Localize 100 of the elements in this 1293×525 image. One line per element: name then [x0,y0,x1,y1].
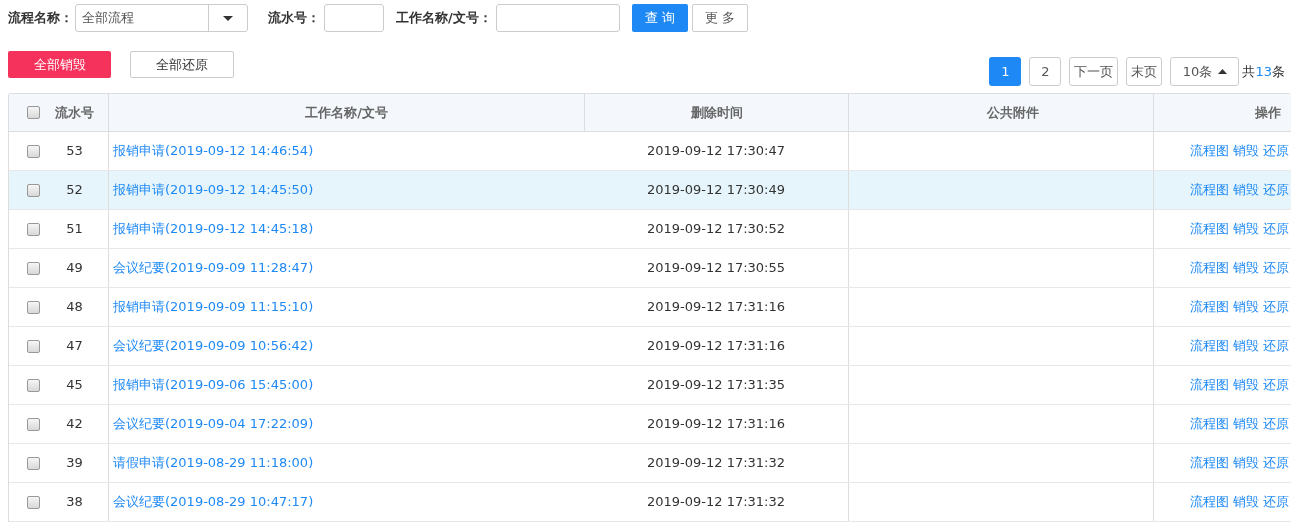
checkbox[interactable] [27,495,40,509]
action-link[interactable]: 还原 [1263,375,1289,395]
action-link[interactable]: 还原 [1263,258,1289,278]
next-page-button[interactable]: 下一页 [1069,57,1119,86]
checkbox[interactable] [27,339,40,353]
action-link[interactable]: 流程图 [1190,375,1229,395]
work-name-link[interactable]: 会议纪要(2019-09-09 10:56:42) [113,336,314,356]
work-name-link[interactable]: 会议纪要(2019-08-29 10:47:17) [113,492,314,512]
column-header: 删除时间 [690,103,743,122]
action-link[interactable]: 流程图 [1190,180,1229,200]
serial-number: 47 [66,337,83,356]
table-row[interactable]: 52 报销申请(2019-09-12 14:45:50) 2019-09-12 17:30:49 流程图 销毁 还原 [9,171,1291,210]
checkbox[interactable] [27,456,40,470]
checkbox[interactable] [27,417,40,431]
last-page-button[interactable]: 末页 [1126,57,1163,86]
work-name-link[interactable]: 会议纪要(2019-09-04 17:22:09) [113,414,314,434]
action-link[interactable]: 流程图 [1190,297,1229,317]
work-name-link[interactable]: 报销申请(2019-09-09 11:15:10) [113,297,314,317]
serial-number: 42 [66,415,83,434]
action-link[interactable]: 还原 [1263,453,1289,473]
action-link[interactable]: 流程图 [1190,453,1229,473]
destroy-all-button[interactable]: 全部销毁 [8,51,111,78]
field-label: 流水号： [268,9,320,28]
delete-time: 2019-09-12 17:31:16 [646,298,786,317]
table-row[interactable]: 45 报销申请(2019-09-06 15:45:00) 2019-09-12 17:31:35 流程图 销毁 还原 [9,366,1291,405]
process-select[interactable]: 全部流程 [75,4,248,32]
table-row[interactable]: 47 会议纪要(2019-09-09 10:56:42) 2019-09-12 17:31:16 流程图 销毁 还原 [9,327,1291,366]
action-link[interactable]: 销毁 [1233,375,1259,395]
action-link[interactable]: 销毁 [1233,180,1259,200]
serial-number: 49 [66,259,83,278]
delete-time: 2019-09-12 17:31:32 [646,493,786,512]
query-button[interactable]: 查 询 [631,4,688,32]
name-input[interactable] [495,4,620,32]
page-button[interactable]: 2 [1029,57,1062,86]
select-value: 全部流程 [81,9,135,27]
action-link[interactable]: 流程图 [1190,258,1229,278]
action-link[interactable]: 流程图 [1190,492,1229,512]
checkbox[interactable] [27,222,40,236]
caret-icon [223,15,233,21]
checkbox[interactable] [27,144,40,158]
action-link[interactable]: 流程图 [1190,141,1229,161]
action-link[interactable]: 流程图 [1190,336,1229,356]
table-row[interactable]: 42 会议纪要(2019-09-04 17:22:09) 2019-09-12 17:31:16 流程图 销毁 还原 [9,405,1291,444]
serial-number: 38 [66,493,83,512]
delete-time: 2019-09-12 17:30:49 [646,181,786,200]
column-header: 公共附件 [987,103,1039,122]
checkbox[interactable] [27,183,40,197]
page-button[interactable]: 1 [989,57,1022,86]
work-name-link[interactable]: 报销申请(2019-09-12 14:46:54) [113,141,314,161]
action-link[interactable]: 还原 [1263,180,1289,200]
action-link[interactable]: 销毁 [1233,141,1259,161]
action-link[interactable]: 销毁 [1233,258,1259,278]
action-link[interactable]: 销毁 [1233,219,1259,239]
work-name-link[interactable]: 报销申请(2019-09-06 15:45:00) [113,375,314,395]
checkbox[interactable] [27,300,40,314]
serial-number: 48 [66,298,83,317]
action-link[interactable]: 还原 [1263,414,1289,434]
action-link[interactable]: 销毁 [1233,297,1259,317]
action-link[interactable]: 还原 [1263,492,1289,512]
column-header: 工作名称/文号 [305,103,388,122]
action-link[interactable]: 销毁 [1233,336,1259,356]
restore-all-button[interactable]: 全部还原 [130,51,234,78]
action-link[interactable]: 销毁 [1233,453,1259,473]
action-link[interactable]: 还原 [1263,297,1289,317]
column-header: 操作 [1255,103,1281,122]
action-link[interactable]: 流程图 [1190,414,1229,434]
action-link[interactable]: 销毁 [1233,414,1259,434]
table-row[interactable]: 48 报销申请(2019-09-09 11:15:10) 2019-09-12 17:31:16 流程图 销毁 还原 [9,288,1291,327]
field-label: 工作名称/文号： [396,9,492,28]
table-row[interactable]: 53 报销申请(2019-09-12 14:46:54) 2019-09-12 17:30:47 流程图 销毁 还原 [9,132,1291,171]
work-name-link[interactable]: 会议纪要(2019-09-09 11:28:47) [113,258,314,278]
checkbox[interactable] [27,261,40,275]
action-link[interactable]: 流程图 [1190,219,1229,239]
page-size-select[interactable]: 10条 [1170,57,1240,86]
action-link[interactable]: 还原 [1263,336,1289,356]
action-link[interactable]: 还原 [1263,141,1289,161]
work-name-link[interactable]: 报销申请(2019-09-12 14:45:18) [113,219,314,239]
action-link[interactable]: 还原 [1263,219,1289,239]
delete-time: 2019-09-12 17:30:55 [646,259,786,278]
total-count: 共13条 [1242,62,1285,81]
action-link[interactable]: 销毁 [1233,492,1259,512]
work-name-link[interactable]: 请假申请(2019-08-29 11:18:00) [113,453,314,473]
work-name-link[interactable]: 报销申请(2019-09-12 14:45:50) [113,180,314,200]
delete-time: 2019-09-12 17:31:16 [646,415,786,434]
serial-number: 51 [66,220,83,239]
table-row[interactable]: 49 会议纪要(2019-09-09 11:28:47) 2019-09-12 17:30:55 流程图 销毁 还原 [9,249,1291,288]
serial-number: 53 [66,142,83,161]
table-row[interactable]: 39 请假申请(2019-08-29 11:18:00) 2019-09-12 17:31:32 流程图 销毁 还原 [9,444,1291,483]
checkbox[interactable] [27,378,40,392]
field-label: 流程名称： [8,9,73,28]
checkbox[interactable] [27,106,40,119]
serial-number: 39 [66,454,83,473]
delete-time: 2019-09-12 17:31:35 [646,376,786,395]
serial-number: 45 [66,376,83,395]
table-row[interactable]: 38 会议纪要(2019-08-29 10:47:17) 2019-09-12 17:31:32 流程图 销毁 还原 [9,483,1291,522]
more-button[interactable]: 更 多 [691,4,748,32]
serial-input[interactable] [324,4,384,32]
delete-time: 2019-09-12 17:30:47 [646,142,786,161]
table-row[interactable]: 51 报销申请(2019-09-12 14:45:18) 2019-09-12 17:30:52 流程图 销毁 还原 [9,210,1291,249]
column-header: 流水号 [55,103,94,122]
